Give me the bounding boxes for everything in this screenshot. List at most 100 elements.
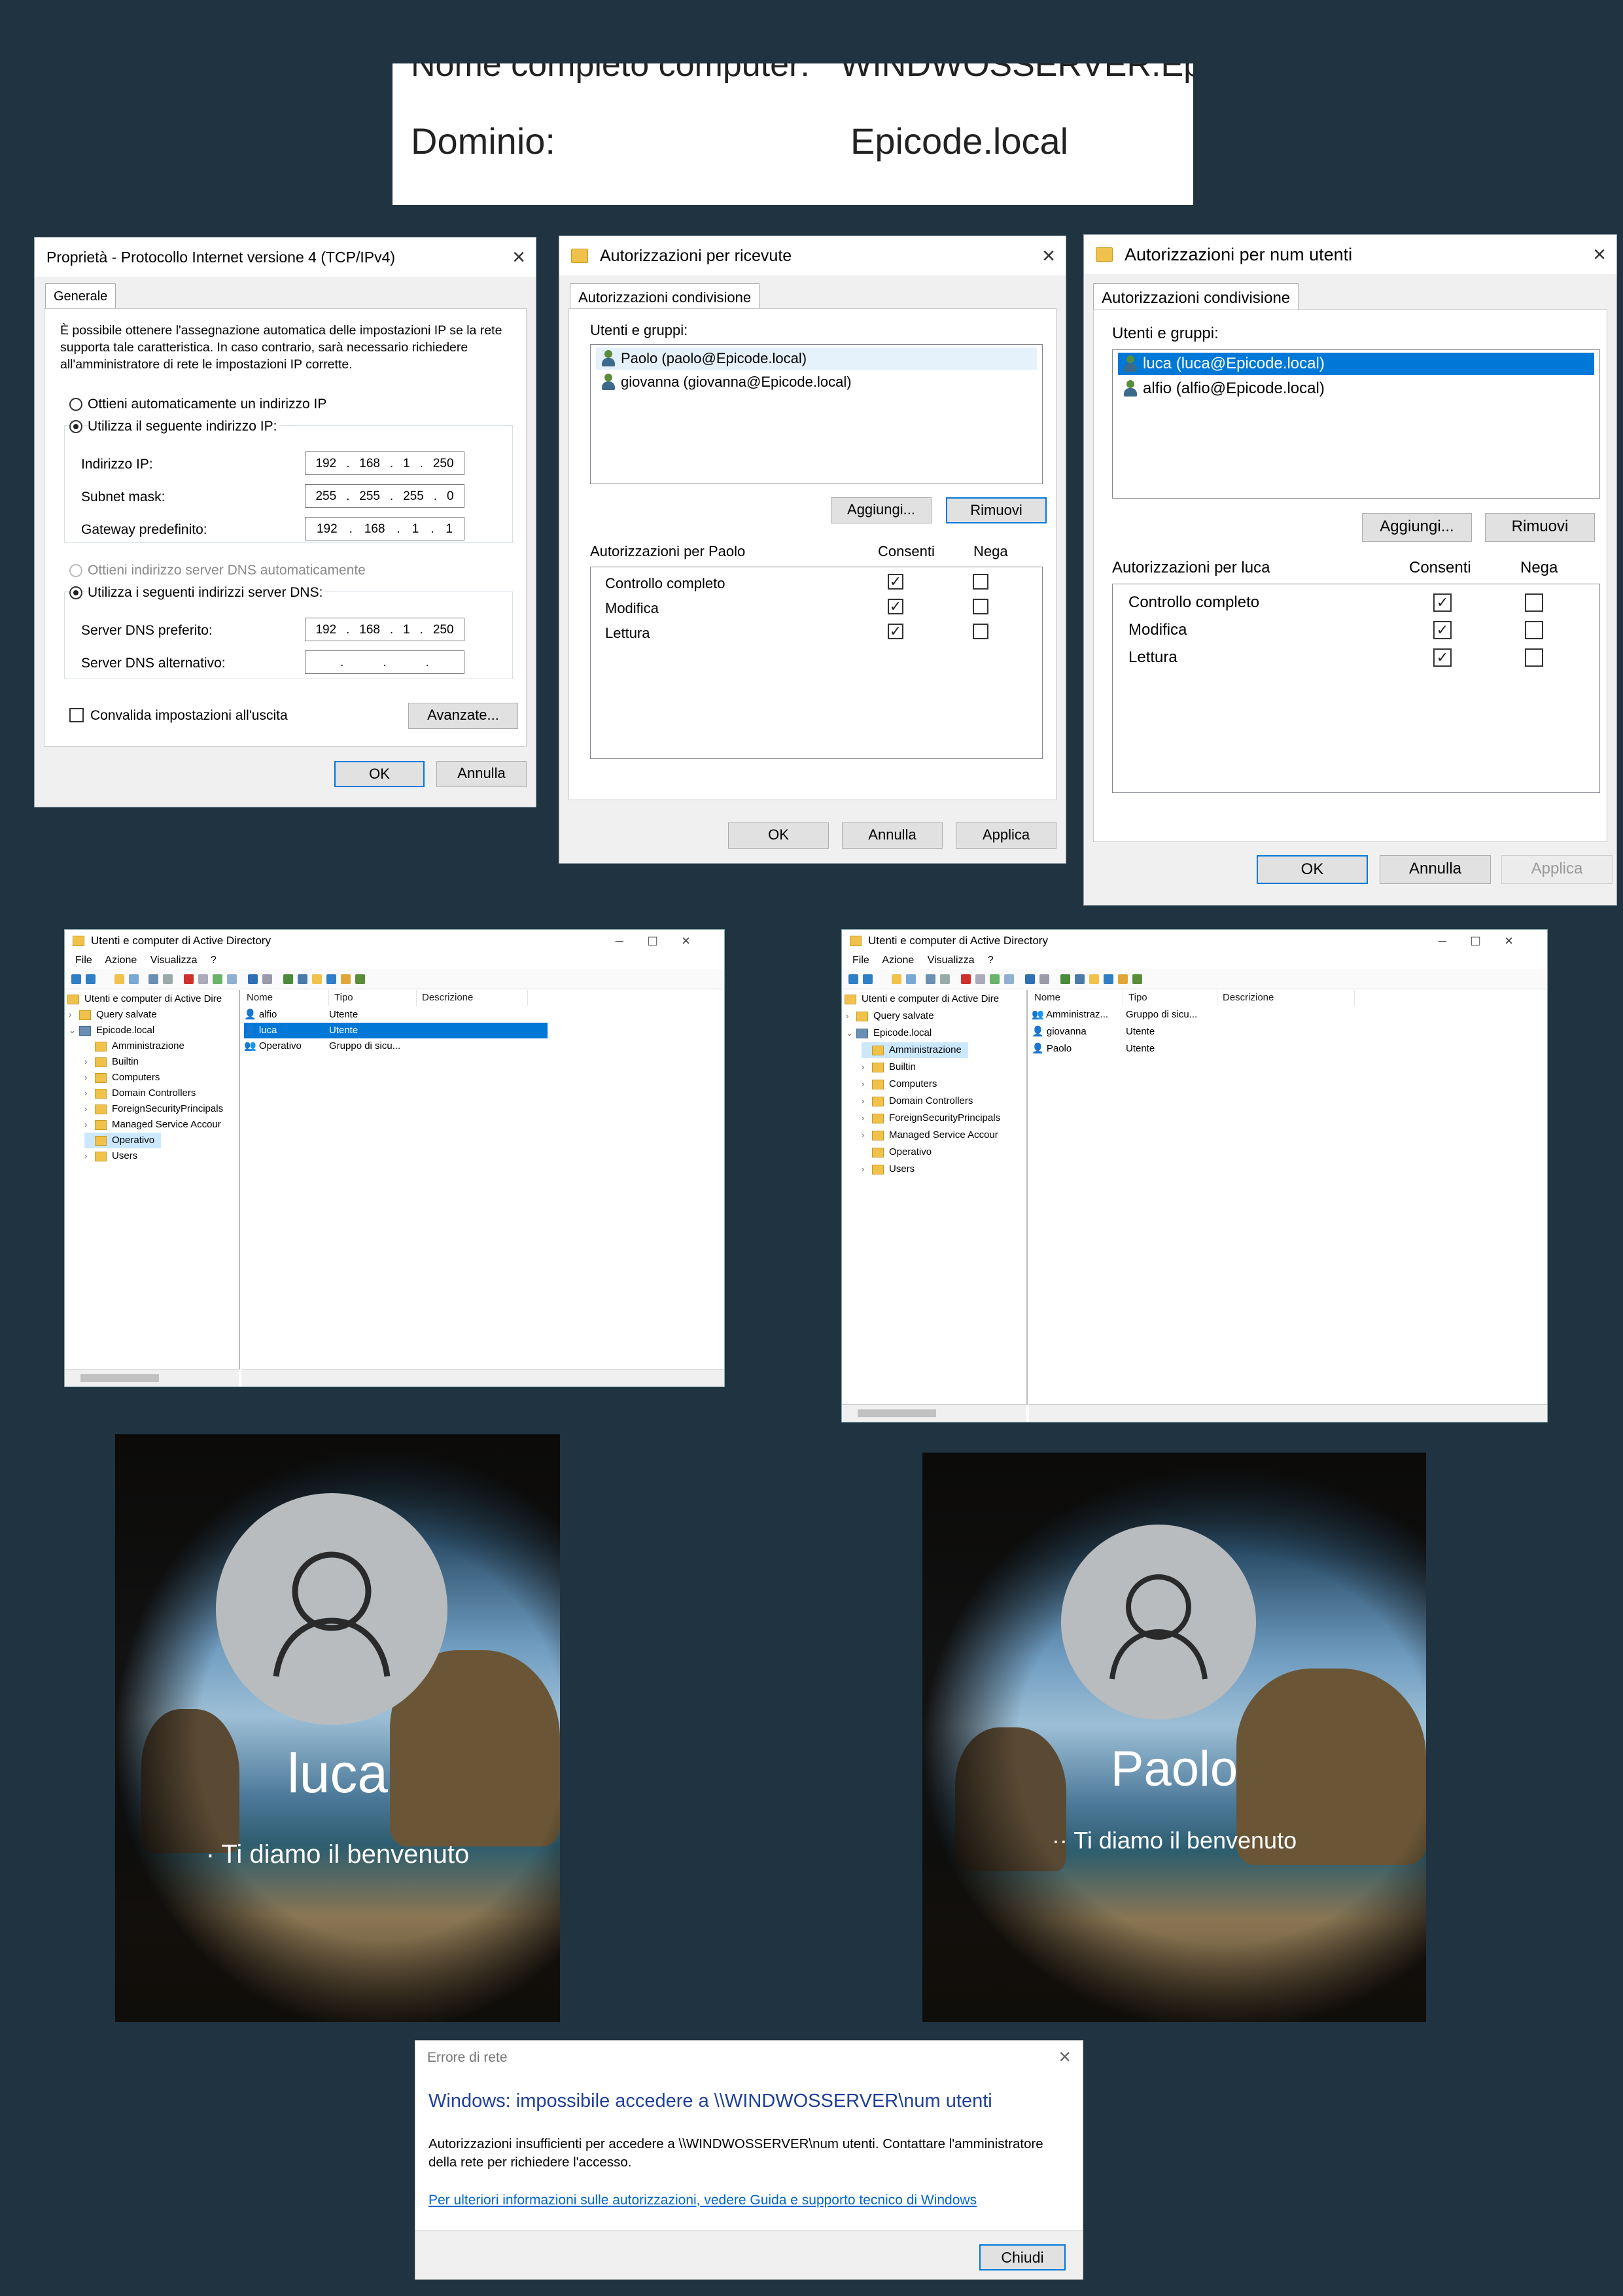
tree-item-operativo[interactable]: Operativo bbox=[862, 1144, 932, 1160]
delegate-icon[interactable] bbox=[1132, 974, 1142, 984]
alternate-dns-field[interactable]: ... bbox=[305, 650, 464, 674]
delete-icon[interactable] bbox=[961, 974, 971, 984]
add-to-group-icon[interactable] bbox=[1118, 974, 1128, 984]
tree-item-foreign-security[interactable]: › ForeignSecurityPrincipals bbox=[84, 1101, 223, 1117]
tab-share-permissions[interactable]: Autorizzazioni condivisione bbox=[1093, 283, 1299, 311]
ok-button[interactable]: OK bbox=[1257, 855, 1368, 884]
menu-visualizza[interactable]: Visualizza bbox=[928, 955, 975, 966]
tree-item-builtin[interactable]: › Builtin bbox=[84, 1054, 139, 1070]
close-icon[interactable]: × bbox=[512, 244, 525, 270]
tree-item-saved-queries[interactable]: › Query salvate bbox=[69, 1007, 157, 1023]
tree-item-computers[interactable]: › Computers bbox=[862, 1076, 937, 1092]
menu-help[interactable]: ? bbox=[988, 955, 994, 966]
column-header-name[interactable]: Nome bbox=[241, 990, 329, 1006]
ip-address-field[interactable]: 192. 168. 1. 250 bbox=[305, 451, 464, 475]
back-icon[interactable] bbox=[71, 974, 81, 984]
new-user-icon[interactable] bbox=[283, 974, 293, 984]
folder-up-icon[interactable] bbox=[114, 974, 124, 984]
close-icon[interactable]: × bbox=[1058, 2045, 1071, 2069]
refresh-icon[interactable] bbox=[990, 974, 1000, 984]
new-group-icon[interactable] bbox=[1075, 974, 1085, 984]
close-icon[interactable]: × bbox=[1593, 241, 1606, 268]
console-icon[interactable] bbox=[262, 974, 272, 984]
column-header-type[interactable]: Tipo bbox=[329, 990, 417, 1006]
allow-checkbox[interactable]: ✓ bbox=[1433, 593, 1452, 612]
back-icon[interactable] bbox=[848, 974, 858, 984]
window-controls[interactable]: –□× bbox=[1439, 930, 1538, 952]
users-list[interactable]: Paolo (paolo@Epicode.local) giovanna (gi… bbox=[590, 344, 1043, 484]
cut-icon[interactable] bbox=[148, 974, 158, 984]
ok-button[interactable]: OK bbox=[728, 822, 829, 849]
new-ou-icon[interactable] bbox=[312, 974, 322, 984]
cancel-button[interactable]: Annulla bbox=[436, 761, 527, 787]
tree-item-managed-service[interactable]: › Managed Service Accour bbox=[84, 1117, 221, 1133]
menu-azione[interactable]: Azione bbox=[105, 955, 137, 966]
refresh-icon[interactable] bbox=[213, 974, 222, 984]
column-header-type[interactable]: Tipo bbox=[1123, 990, 1217, 1006]
copy-icon[interactable] bbox=[163, 974, 173, 984]
validate-checkbox[interactable] bbox=[69, 708, 84, 722]
delegate-icon[interactable] bbox=[355, 974, 365, 984]
export-icon[interactable] bbox=[227, 974, 237, 984]
gateway-field[interactable]: 192. 168. 1. 1 bbox=[305, 517, 464, 540]
list-item[interactable]: Paolo (paolo@Epicode.local) bbox=[596, 347, 1037, 370]
help-icon[interactable] bbox=[1025, 974, 1035, 984]
tree-item-operativo[interactable]: Operativo bbox=[84, 1133, 162, 1148]
add-to-group-icon[interactable] bbox=[341, 974, 351, 984]
menu-help[interactable]: ? bbox=[211, 955, 217, 966]
help-icon[interactable] bbox=[248, 974, 258, 984]
list-item[interactable]: alfio (alfio@Epicode.local) bbox=[1118, 378, 1594, 400]
preferred-dns-field[interactable]: 192. 168. 1. 250 bbox=[305, 618, 464, 641]
tree-item-saved-queries[interactable]: › Query salvate bbox=[846, 1008, 934, 1024]
allow-checkbox[interactable]: ✓ bbox=[888, 599, 903, 614]
view-icon[interactable] bbox=[906, 974, 916, 984]
new-user-icon[interactable] bbox=[1060, 974, 1070, 984]
help-link[interactable]: Per ulteriori informazioni sulle autoriz… bbox=[428, 2193, 977, 2208]
window-controls[interactable]: –□× bbox=[616, 930, 715, 952]
deny-checkbox[interactable] bbox=[973, 599, 988, 614]
close-button[interactable]: Chiudi bbox=[979, 2244, 1066, 2270]
auto-dns-radio[interactable] bbox=[69, 564, 82, 577]
deny-checkbox[interactable] bbox=[973, 574, 988, 590]
cancel-button[interactable]: Annulla bbox=[842, 822, 943, 849]
tree-item-users[interactable]: › Users bbox=[84, 1148, 137, 1164]
tree-item-managed-service[interactable]: › Managed Service Accour bbox=[862, 1127, 998, 1143]
horizontal-scrollbar[interactable] bbox=[842, 1404, 1026, 1422]
allow-checkbox[interactable]: ✓ bbox=[1433, 648, 1452, 667]
auto-ip-radio[interactable] bbox=[69, 398, 82, 411]
column-header-description[interactable]: Descrizione bbox=[417, 990, 528, 1006]
tree-item-builtin[interactable]: › Builtin bbox=[862, 1059, 916, 1075]
apply-button[interactable]: Applica bbox=[956, 822, 1056, 849]
table-row[interactable]: 👤 Paolo Utente bbox=[1032, 1041, 1372, 1057]
tree-root[interactable]: Utenti e computer di Active Dire bbox=[845, 991, 999, 1007]
manual-dns-radio[interactable] bbox=[69, 586, 82, 599]
new-ou-icon[interactable] bbox=[1089, 974, 1099, 984]
table-row[interactable]: 👥 Amministraz... Gruppo di sicu... bbox=[1032, 1007, 1372, 1023]
tree-item-users[interactable]: › Users bbox=[862, 1161, 915, 1177]
tab-generale[interactable]: Generale bbox=[45, 283, 116, 308]
new-group-icon[interactable] bbox=[298, 974, 307, 984]
add-button[interactable]: Aggiungi... bbox=[831, 497, 932, 523]
allow-checkbox[interactable]: ✓ bbox=[888, 574, 903, 590]
horizontal-scrollbar[interactable] bbox=[65, 1369, 239, 1386]
advanced-button[interactable]: Avanzate... bbox=[408, 703, 518, 729]
remove-button[interactable]: Rimuovi bbox=[1485, 513, 1595, 542]
tree-root[interactable]: Utenti e computer di Active Dire bbox=[67, 991, 222, 1007]
close-icon[interactable]: × bbox=[1042, 243, 1055, 269]
tree-item-amministrazione[interactable]: Amministrazione bbox=[84, 1038, 184, 1054]
delete-icon[interactable] bbox=[184, 974, 194, 984]
remove-button[interactable]: Rimuovi bbox=[946, 497, 1047, 523]
tree-item-foreign-security[interactable]: › ForeignSecurityPrincipals bbox=[862, 1110, 1000, 1126]
table-row[interactable]: 👤 alfio Utente bbox=[244, 1007, 548, 1023]
allow-checkbox[interactable]: ✓ bbox=[888, 624, 903, 639]
tab-share-permissions[interactable]: Autorizzazioni condivisione bbox=[570, 283, 760, 310]
tree-item-domain-controllers[interactable]: › Domain Controllers bbox=[84, 1086, 196, 1101]
allow-checkbox[interactable]: ✓ bbox=[1433, 621, 1452, 639]
tree-item-domain-controllers[interactable]: › Domain Controllers bbox=[862, 1093, 973, 1109]
ok-button[interactable]: OK bbox=[334, 761, 425, 787]
cut-icon[interactable] bbox=[926, 974, 935, 984]
deny-checkbox[interactable] bbox=[1525, 593, 1543, 612]
properties-icon[interactable] bbox=[975, 974, 985, 984]
column-header-description[interactable]: Descrizione bbox=[1217, 990, 1355, 1006]
filter-icon[interactable] bbox=[1104, 974, 1113, 984]
